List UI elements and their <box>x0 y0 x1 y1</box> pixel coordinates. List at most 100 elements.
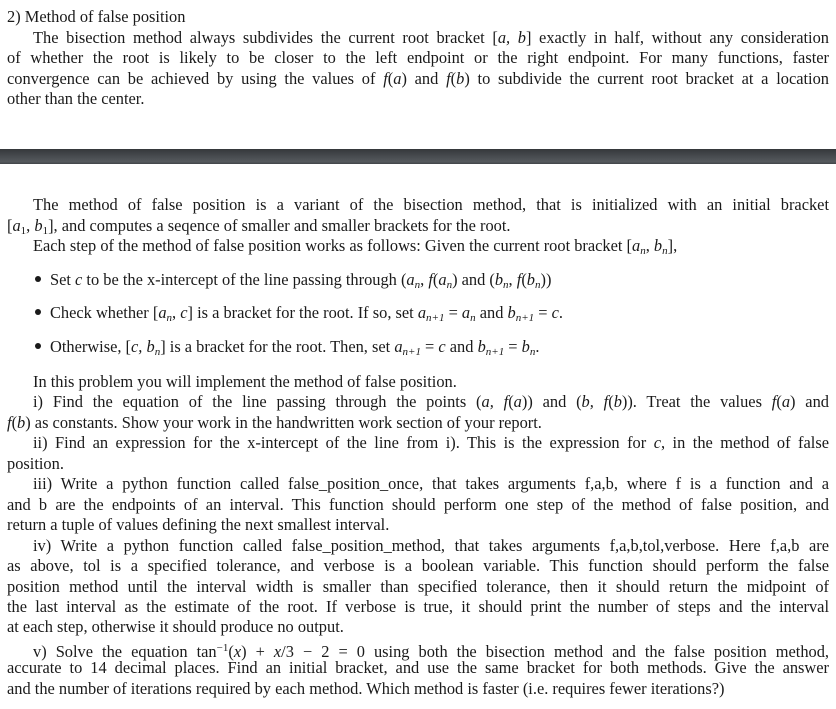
text-run: as above, tol is a specified tolerance, … <box>7 556 829 576</box>
math-symbol: c <box>551 303 559 322</box>
math-symbol: a, b <box>497 28 526 47</box>
text-run: )). Treat the values <box>621 392 772 412</box>
math-symbol: c <box>438 337 446 356</box>
text-run: position method until the interval width… <box>7 576 829 596</box>
method-line: The method of false position is a varian… <box>33 195 829 215</box>
problem-line: position. <box>7 454 829 474</box>
text-run: The bisection method always subdivides t… <box>33 28 498 47</box>
math-symbol: b <box>521 337 530 356</box>
text-run: , in the method of false <box>660 433 829 453</box>
text-run: convergence can be achieved by using the… <box>7 69 384 88</box>
text-run: of whether the root is likely to be clos… <box>7 48 829 67</box>
bullet-item: Otherwise, [c, bn] is a bracket for the … <box>35 337 539 362</box>
math-symbol: b <box>17 412 26 432</box>
text-run: return a tuple of values defining the ne… <box>7 515 390 535</box>
text-run: The method of false position is a varian… <box>33 195 829 214</box>
text-run: ii) Find an expression for the x-interce… <box>33 433 654 453</box>
problem-line: position method until the interval width… <box>7 577 829 597</box>
problem-line: f(b) as constants. Show your work in the… <box>7 413 829 433</box>
math-symbol: a <box>461 303 471 322</box>
text-run: other than the center. <box>7 89 145 108</box>
text-run: , <box>172 303 181 322</box>
problem-line: ii) Find an expression for the x-interce… <box>33 433 829 453</box>
bullet-item: Set c to be the x-intercept of the line … <box>35 270 551 295</box>
text-run: = <box>504 337 522 356</box>
math-symbol: b <box>653 236 663 255</box>
text-run: ) as constants. Show your work in the ha… <box>25 412 542 432</box>
text-run: = <box>420 337 439 356</box>
math-symbol: a <box>781 392 791 412</box>
math-symbol: b <box>494 270 504 289</box>
math-symbol: b <box>526 270 535 289</box>
text-run: . <box>558 303 563 322</box>
math-superscript: −1 <box>216 641 229 654</box>
text-run: . <box>535 337 540 356</box>
text-run: = <box>534 303 552 322</box>
problem-line: and b are the endpoints of an interval. … <box>7 495 829 515</box>
intro-line: other than the center. <box>7 89 829 109</box>
text-run: ) to subdivide the current root bracket … <box>464 69 829 88</box>
math-subscript: n+1 <box>402 346 421 358</box>
problem-line: the last interval as the estimate of the… <box>7 597 829 617</box>
text-run: ) and ( <box>452 270 495 289</box>
math-symbol: b <box>34 216 43 235</box>
math-symbol: b, f <box>581 392 609 412</box>
problem-line: and the number of iterations required by… <box>7 679 829 699</box>
math-symbol: a, f <box>481 392 509 412</box>
problem-line: In this problem you will implement the m… <box>33 372 829 392</box>
math-symbol: c, b <box>131 337 155 356</box>
bullet-icon <box>35 343 41 349</box>
text-run: at each step, otherwise it should produc… <box>7 617 344 637</box>
math-symbol: a <box>513 392 522 412</box>
text-run: ] exactly in half, without any considera… <box>525 28 829 47</box>
text-run: , <box>508 270 517 289</box>
text-run: and the number of iterations required by… <box>7 678 725 698</box>
math-symbol: c <box>180 303 188 322</box>
problem-line: as above, tol is a specified tolerance, … <box>7 556 829 576</box>
text-run: )) and ( <box>521 392 582 412</box>
problem-line: at each step, otherwise it should produc… <box>7 617 829 637</box>
text-run: position. <box>7 453 64 473</box>
text-run: ] is a bracket for the root. If so, set <box>187 303 418 322</box>
math-subscript: n+1 <box>426 312 445 324</box>
math-symbol: c <box>653 433 661 453</box>
text-run: , <box>645 236 654 255</box>
text-run: the last interval as the estimate of the… <box>7 596 829 616</box>
math-subscript: n+1 <box>485 346 505 358</box>
intro-line: convergence can be achieved by using the… <box>7 69 829 89</box>
math-symbol: a <box>12 216 21 235</box>
text-run: Otherwise, [ <box>50 337 132 356</box>
text-run: In this problem you will implement the m… <box>33 372 457 391</box>
math-symbol: a <box>394 337 403 356</box>
bullet-icon <box>35 309 41 315</box>
text-run: ) and <box>790 392 829 412</box>
document-page: 2) Method of false position The bisectio… <box>0 0 836 709</box>
math-symbol: a <box>406 270 415 289</box>
text-run: ) and <box>401 69 447 88</box>
problem-line: iii) Write a python function called fals… <box>33 474 829 494</box>
bullet-text: Otherwise, [c, bn] is a bracket for the … <box>50 337 540 358</box>
math-symbol: a <box>158 303 167 322</box>
intro-line: of whether the root is likely to be clos… <box>7 48 829 68</box>
math-symbol: b <box>507 303 516 322</box>
text-run: Check whether [ <box>50 303 159 322</box>
text-run: and <box>445 337 478 356</box>
intro-line: The bisection method always subdivides t… <box>33 28 829 48</box>
bullet-text: Check whether [an, c] is a bracket for t… <box>50 303 563 324</box>
text-run: ], and computes a seqence of smaller and… <box>48 216 511 235</box>
problem-line: accurate to 14 decimal places. Find an i… <box>7 658 829 678</box>
section-heading: 2) Method of false position <box>7 7 186 26</box>
bullet-item: Check whether [an, c] is a bracket for t… <box>35 303 563 328</box>
math-symbol: b <box>477 337 486 356</box>
text-run: i) Find the equation of the line passing… <box>33 392 482 412</box>
page-divider-bar <box>0 149 836 164</box>
text-run: accurate to 14 decimal places. Find an i… <box>7 658 829 678</box>
math-symbol: a <box>632 236 641 255</box>
text-run: to be the x-intercept of the line passin… <box>82 270 407 289</box>
text-run: = <box>444 303 462 322</box>
text-run: Each step of the method of false positio… <box>33 236 633 255</box>
text-run: Set <box>50 270 76 289</box>
text-run: iv) Write a python function called false… <box>33 535 829 555</box>
text-run: and b are the endpoints of an interval. … <box>7 494 829 514</box>
problem-line: iv) Write a python function called false… <box>33 536 829 556</box>
